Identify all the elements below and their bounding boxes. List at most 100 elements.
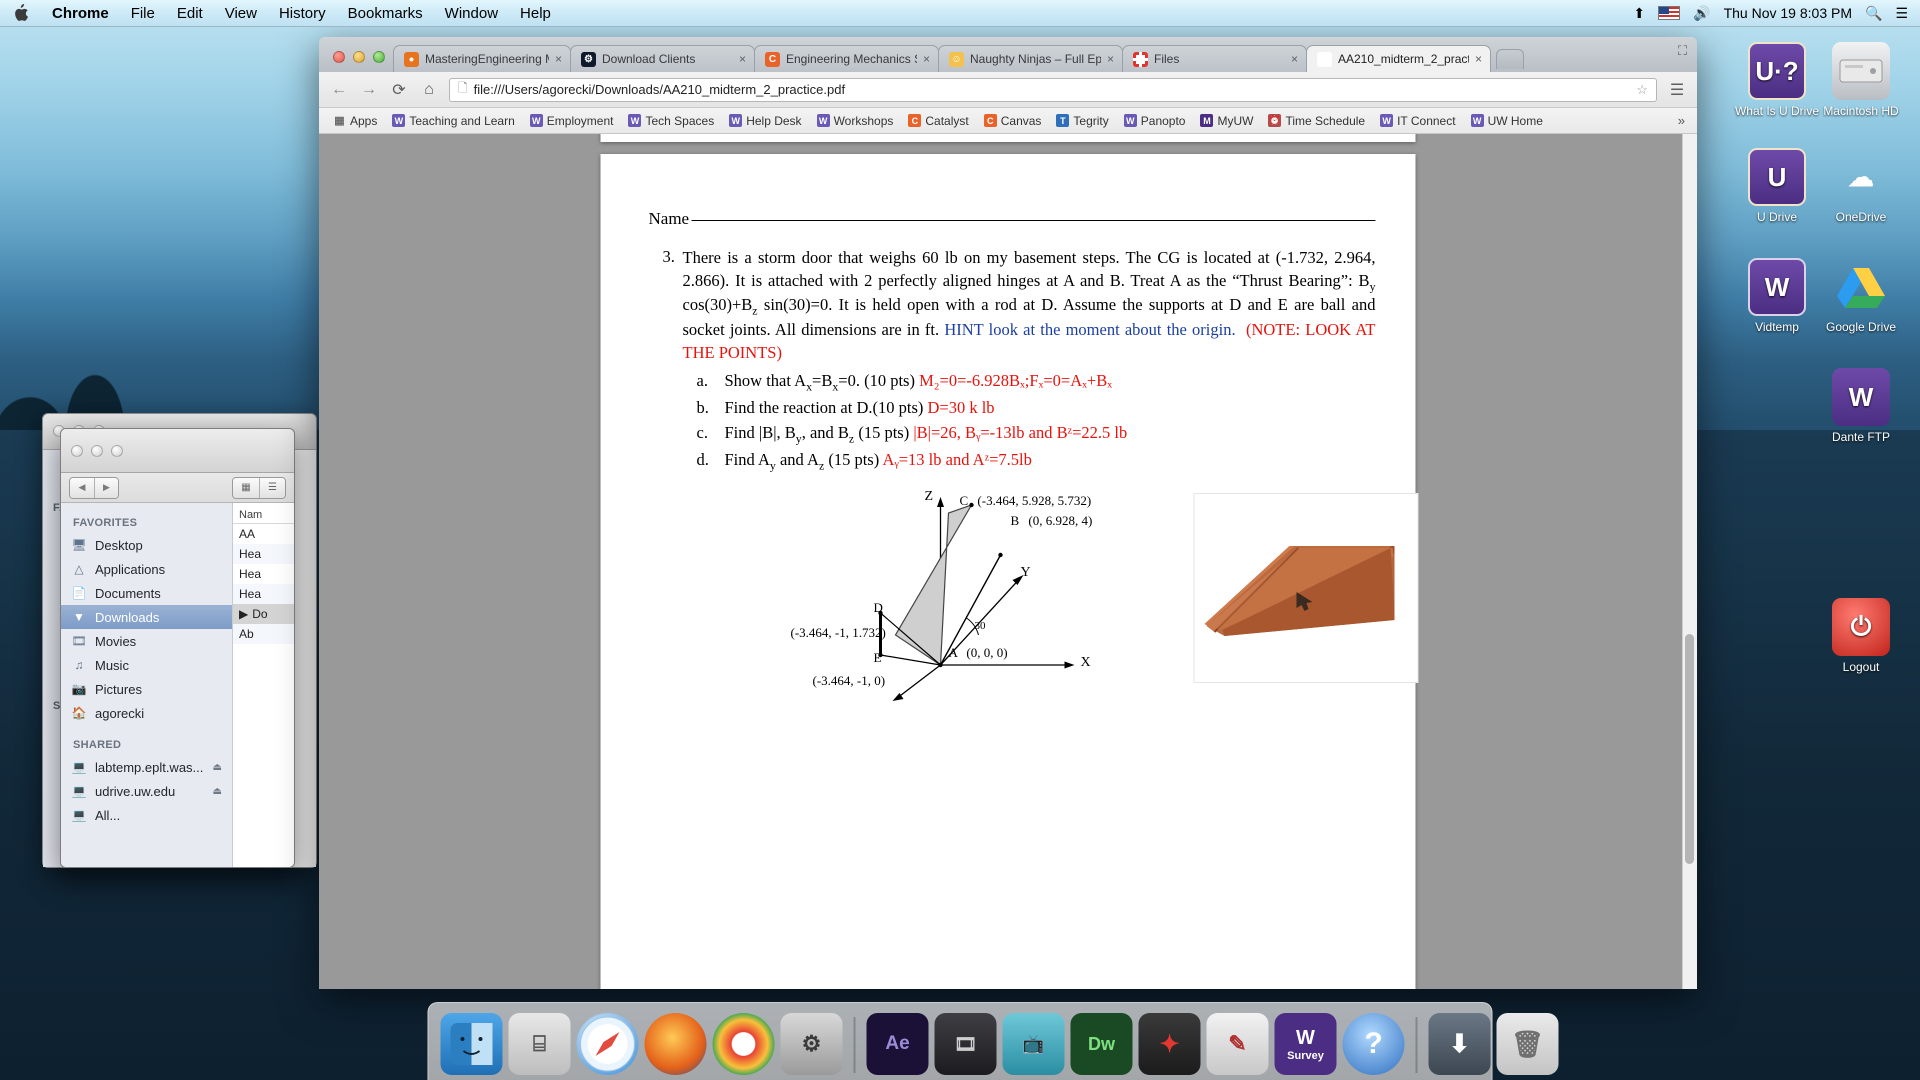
- finder-titlebar[interactable]: [61, 429, 294, 473]
- tab-engineering-mechanics[interactable]: C Engineering Mechanics Sta ×: [754, 45, 939, 72]
- dock-item-survey[interactable]: W Survey: [1274, 1013, 1337, 1075]
- spotlight-search-icon[interactable]: 🔍: [1865, 5, 1882, 22]
- bookmarks-bar[interactable]: ▦ Apps W Teaching and Learn W Employment WT…: [319, 108, 1697, 134]
- menu-item-history[interactable]: History: [268, 0, 337, 27]
- menu-item-window[interactable]: Window: [434, 0, 509, 27]
- bookmark-apps[interactable]: ▦ Apps: [327, 112, 383, 130]
- bookmark-tegrity[interactable]: T Tegrity: [1050, 112, 1114, 130]
- home-button[interactable]: ⌂: [419, 81, 439, 99]
- dock-item-safari[interactable]: [576, 1013, 639, 1075]
- address-bar[interactable]: 🗋 file:///Users/agorecki/Downloads/AA210…: [449, 77, 1657, 102]
- bookmark-star-icon[interactable]: ☆: [1636, 82, 1648, 98]
- menu-item-edit[interactable]: Edit: [166, 0, 214, 27]
- menu-item-bookmarks[interactable]: Bookmarks: [337, 0, 434, 27]
- sidebar-item-applications[interactable]: △ Applications: [61, 557, 232, 581]
- list-item[interactable]: Hea: [233, 564, 294, 584]
- close-button[interactable]: [333, 51, 345, 63]
- list-item[interactable]: Ab: [233, 624, 294, 644]
- volume-icon[interactable]: 🔊: [1693, 5, 1710, 22]
- back-button[interactable]: ←: [329, 81, 349, 99]
- dock-item-launchpad[interactable]: ⌸: [508, 1013, 571, 1075]
- dock-item-after-effects[interactable]: Ae: [866, 1013, 929, 1075]
- desktop-icon-macintosh-hd[interactable]: Macintosh HD: [1805, 42, 1917, 118]
- file-list-column-header[interactable]: Nam: [233, 507, 294, 524]
- list-view-button[interactable]: ☰: [259, 477, 285, 498]
- list-item[interactable]: ▶ Do: [233, 604, 294, 624]
- tab-download-clients[interactable]: ⚙ Download Clients ×: [570, 45, 755, 72]
- pdf-viewport[interactable]: Name 3. There is a storm door that weigh…: [319, 134, 1697, 989]
- bookmark-myuw[interactable]: M MyUW: [1194, 112, 1259, 130]
- reload-button[interactable]: ⟳: [389, 80, 409, 100]
- clock[interactable]: Thu Nov 19 8:03 PM: [1724, 5, 1852, 21]
- bookmark-uw-home[interactable]: W UW Home: [1465, 112, 1549, 130]
- sidebar-item-pictures[interactable]: 📷 Pictures: [61, 677, 232, 701]
- apple-menu-icon[interactable]: [0, 4, 41, 22]
- list-item[interactable]: Hea: [233, 584, 294, 604]
- input-flag-icon[interactable]: [1658, 6, 1681, 20]
- tab-close-icon[interactable]: ×: [1107, 52, 1114, 66]
- bookmark-time-schedule[interactable]: ⏰ Time Schedule: [1262, 112, 1371, 130]
- tab-masteringengineering[interactable]: MasteringEngineering Mas ×: [393, 45, 571, 72]
- bookmark-teaching-and-learning[interactable]: W Teaching and Learn: [386, 112, 520, 130]
- dock-item-finder[interactable]: [440, 1013, 503, 1075]
- desktop-icon-google-drive[interactable]: Google Drive: [1805, 258, 1917, 334]
- bookmark-catalyst[interactable]: C Catalyst: [902, 112, 974, 130]
- dock-item-dreamweaver[interactable]: Dw: [1070, 1013, 1133, 1075]
- menu-item-view[interactable]: View: [214, 0, 268, 27]
- zoom-button[interactable]: [373, 51, 385, 63]
- forward-button[interactable]: →: [359, 81, 379, 99]
- window-controls[interactable]: [329, 51, 393, 72]
- bookmark-tech-spaces[interactable]: W Tech Spaces: [622, 112, 720, 130]
- finder-view-buttons[interactable]: ▦ ☰: [232, 476, 286, 499]
- tab-close-icon[interactable]: ×: [1291, 52, 1298, 66]
- desktop-icon-logout[interactable]: ⏻ Logout: [1805, 598, 1917, 674]
- sidebar-item-udrive[interactable]: 💻 udrive.uw.edu ⏏: [61, 779, 232, 803]
- tab-close-icon[interactable]: ×: [555, 52, 562, 66]
- zoom-button[interactable]: [111, 444, 123, 457]
- pdf-scrollbar[interactable]: [1682, 134, 1697, 989]
- notification-center-icon[interactable]: ☰: [1895, 5, 1908, 22]
- sidebar-item-movies[interactable]: 🎞 Movies: [61, 629, 232, 653]
- finder-back-button[interactable]: ◀: [70, 477, 94, 498]
- dock-item-downloads-stack[interactable]: ⬇: [1428, 1013, 1491, 1075]
- close-button[interactable]: [71, 444, 83, 457]
- sidebar-item-agorecki[interactable]: 🏠 agorecki: [61, 701, 232, 725]
- menu-item-chrome[interactable]: Chrome: [41, 0, 120, 27]
- sidebar-item-labtemp[interactable]: 💻 labtemp.eplt.was... ⏏: [61, 755, 232, 779]
- chrome-toolbar[interactable]: ← → ⟳ ⌂ 🗋 file:///Users/agorecki/Downloa…: [319, 72, 1697, 108]
- finder-sidebar[interactable]: FAVORITES 🖥 Desktop △ Applications 📄 Doc…: [61, 503, 233, 867]
- new-tab-button[interactable]: [1496, 49, 1524, 69]
- finder-toolbar[interactable]: ◀ ▶ ▦ ☰: [61, 473, 294, 503]
- bluetooth-icon[interactable]: ⬆: [1633, 5, 1645, 22]
- list-item[interactable]: Hea: [233, 544, 294, 564]
- tab-aa210-midterm-2-practice[interactable]: AA210_midterm_2_practic ×: [1306, 45, 1491, 72]
- eject-icon[interactable]: ⏏: [213, 762, 222, 773]
- dock-item-acrobat[interactable]: ✦: [1138, 1013, 1201, 1075]
- bookmark-employment[interactable]: W Employment: [524, 112, 620, 130]
- tab-naughty-ninjas[interactable]: ☺ Naughty Ninjas – Full Episo ×: [938, 45, 1123, 72]
- bookmark-canvas[interactable]: C Canvas: [978, 112, 1048, 130]
- chrome-menu-button[interactable]: ☰: [1667, 80, 1687, 100]
- tab-files[interactable]: Files ×: [1122, 45, 1307, 72]
- finder-forward-button[interactable]: ▶: [94, 477, 118, 498]
- finder-nav-buttons[interactable]: ◀ ▶: [69, 476, 119, 499]
- minimize-button[interactable]: [353, 51, 365, 63]
- finder-file-list[interactable]: Nam AA Hea Hea Hea ▶ Do Ab: [233, 503, 294, 867]
- bookmarks-overflow-icon[interactable]: »: [1678, 113, 1689, 128]
- disclosure-triangle-icon[interactable]: ▶: [239, 607, 248, 621]
- menu-bar[interactable]: Chrome File Edit View History Bookmarks …: [0, 0, 1920, 27]
- sidebar-item-downloads[interactable]: ▼ Downloads: [61, 605, 232, 629]
- dock-item-screenflow[interactable]: 📺: [1002, 1013, 1065, 1075]
- minimize-button[interactable]: [91, 444, 103, 457]
- dock[interactable]: ⌸ ⚙ Ae 🎞 📺 Dw ✦ ✎ W Survey ? ⬇ 🗑: [427, 1002, 1559, 1080]
- chrome-window[interactable]: MasteringEngineering Mas × ⚙ Download Cl…: [319, 37, 1697, 989]
- eject-icon[interactable]: ⏏: [213, 786, 222, 797]
- bookmark-it-connect[interactable]: W IT Connect: [1374, 112, 1461, 130]
- window-controls[interactable]: [61, 444, 123, 457]
- menu-item-file[interactable]: File: [120, 0, 166, 27]
- menu-bar-status-area[interactable]: ⬆ 🔊 Thu Nov 19 8:03 PM 🔍 ☰: [1633, 5, 1920, 22]
- page-info-icon[interactable]: 🗋: [458, 79, 468, 100]
- bookmark-help-desk[interactable]: W Help Desk: [723, 112, 807, 130]
- bookmark-panopto[interactable]: W Panopto: [1118, 112, 1192, 130]
- dock-item-help[interactable]: ?: [1342, 1013, 1405, 1075]
